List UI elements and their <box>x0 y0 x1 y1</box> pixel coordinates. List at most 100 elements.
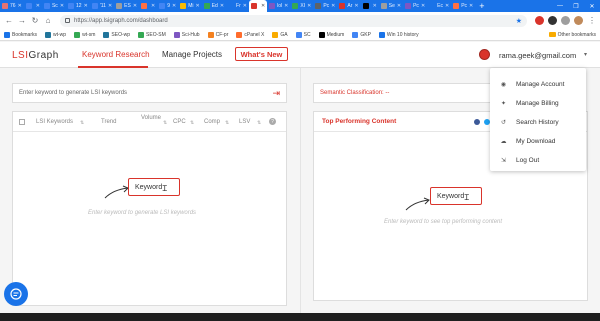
tab-close-icon[interactable]: ✕ <box>172 3 176 9</box>
browser-tab[interactable]: ES ✕ <box>114 0 139 12</box>
browser-tab[interactable]: Se ✕ <box>379 0 403 12</box>
tab-close-icon[interactable]: ✕ <box>469 3 473 9</box>
sort-icon[interactable]: ⇅ <box>225 120 229 126</box>
new-tab-button[interactable]: + <box>475 1 488 11</box>
tab-close-icon[interactable]: ✕ <box>195 3 199 9</box>
bookmark-item[interactable]: cPanel X <box>236 31 264 38</box>
sort-icon[interactable]: ⇅ <box>80 120 84 126</box>
back-button[interactable]: ← <box>4 16 14 26</box>
nav-keyword-research[interactable]: Keyword Research <box>82 50 150 59</box>
tab-close-icon[interactable]: ✕ <box>133 3 137 9</box>
browser-tab[interactable]: lol ✕ <box>267 0 290 12</box>
tab-close-icon[interactable]: ✕ <box>151 3 155 9</box>
browser-tab[interactable]: Sc ✕ <box>42 0 66 12</box>
bookmark-item[interactable]: SEO-wp <box>103 31 130 38</box>
bookmark-item[interactable]: Sci-Hub <box>173 31 200 38</box>
submit-arrow-icon[interactable]: ⇥ <box>272 88 280 99</box>
menu-item-manage-account[interactable]: ◉ Manage Account <box>490 74 586 94</box>
browser-tab[interactable]: 12 ✕ <box>66 0 90 12</box>
browser-tab[interactable]: ✕ <box>361 0 379 12</box>
bookmark-item[interactable]: Win 10 history <box>378 31 419 38</box>
tab-close-icon[interactable]: ✕ <box>18 3 22 9</box>
browser-tab[interactable]: Pc ✕ <box>451 0 475 12</box>
tab-close-icon[interactable]: ✕ <box>108 3 112 9</box>
browser-tab[interactable]: Mi ✕ <box>178 0 201 12</box>
browser-tab[interactable]: '11 ✕ <box>90 0 114 12</box>
facebook-icon[interactable] <box>474 119 480 125</box>
tab-close-icon[interactable]: ✕ <box>421 3 425 9</box>
bookmark-item[interactable]: SEO-SM <box>138 31 166 38</box>
browser-tab[interactable]: Ar ✕ <box>337 0 360 12</box>
bookmark-star-icon[interactable]: ★ <box>516 17 522 25</box>
tab-close-icon[interactable]: ✕ <box>36 3 40 9</box>
browser-tab[interactable]: 9 ✕ <box>157 0 178 12</box>
browser-tab[interactable]: Ed ✕ <box>202 0 226 12</box>
browser-tab[interactable]: Pc ✕ <box>313 0 337 12</box>
tab-close-icon[interactable]: ✕ <box>220 3 224 9</box>
sort-icon[interactable]: ⇅ <box>257 120 261 126</box>
bookmark-item[interactable]: Bookmarks <box>4 31 37 38</box>
tab-close-icon[interactable]: ✕ <box>284 3 288 9</box>
sort-icon[interactable]: ⇅ <box>190 120 194 126</box>
chevron-down-icon[interactable]: ▾ <box>584 51 587 58</box>
browser-tab[interactable]: ✕ <box>139 0 157 12</box>
sort-icon[interactable]: ⇅ <box>163 120 167 126</box>
forward-button[interactable]: → <box>17 16 27 26</box>
chrome-menu-icon[interactable]: ⋮ <box>588 16 596 25</box>
extension-icon[interactable] <box>548 16 557 25</box>
browser-tab[interactable]: Pc ✕ <box>403 0 427 12</box>
column-volume[interactable]: Volume <box>141 115 161 121</box>
help-icon[interactable]: ? <box>269 118 276 125</box>
select-all-checkbox[interactable] <box>19 119 25 125</box>
tab-close-icon[interactable]: ✕ <box>445 3 449 9</box>
column-comp[interactable]: Comp <box>204 119 220 125</box>
nav-manage-projects[interactable]: Manage Projects <box>162 50 222 59</box>
reload-button[interactable]: ↻ <box>30 16 40 26</box>
other-bookmarks[interactable]: Other bookmarks <box>548 32 596 38</box>
bookmark-item[interactable]: GA <box>272 31 288 38</box>
menu-item-manage-billing[interactable]: ✦ Manage Billing <box>490 93 586 113</box>
address-bar[interactable]: https://app.lsigraph.com/dashboard ★ <box>60 14 527 27</box>
keyword-search-input[interactable]: Enter keyword to generate LSI keywords ⇥ <box>12 83 287 103</box>
chat-widget-button[interactable] <box>4 282 28 306</box>
tab-close-icon[interactable]: ✕ <box>243 3 247 9</box>
bookmark-item[interactable]: wt-sm <box>74 31 95 38</box>
column-trend[interactable]: Trend <box>101 119 116 125</box>
user-email[interactable]: rama.geek@gmail.com <box>499 51 576 60</box>
bookmark-item[interactable]: GKP <box>352 31 371 38</box>
extensions-puzzle-icon[interactable] <box>561 16 570 25</box>
column-lsv[interactable]: LSV <box>239 119 250 125</box>
tab-close-icon[interactable]: ✕ <box>307 3 311 9</box>
bookmark-item[interactable]: SC <box>295 31 311 38</box>
profile-avatar[interactable] <box>574 16 583 25</box>
browser-tab[interactable]: ✕ <box>24 0 42 12</box>
maximize-button[interactable]: ❐ <box>568 0 584 12</box>
browser-tab[interactable]: 76 ✕ <box>0 0 24 12</box>
tab-close-icon[interactable]: ✕ <box>60 3 64 9</box>
tab-close-icon[interactable]: ✕ <box>354 3 358 9</box>
column-lsi-keywords[interactable]: LSI Keywords <box>36 119 73 125</box>
browser-tab[interactable]: XI ✕ <box>290 0 313 12</box>
browser-tab[interactable]: Ec ✕ <box>427 0 451 12</box>
bookmark-item[interactable]: wt-wp <box>45 31 66 38</box>
menu-item-my-download[interactable]: ☁ My Download <box>490 131 586 151</box>
menu-item-log-out[interactable]: ⇲ Log Out <box>490 150 586 170</box>
bookmark-item[interactable]: Medium <box>318 31 344 38</box>
extension-icon[interactable] <box>535 16 544 25</box>
user-avatar[interactable] <box>479 49 490 60</box>
tab-close-icon[interactable]: ✕ <box>373 3 377 9</box>
tab-close-icon[interactable]: ✕ <box>84 3 88 9</box>
column-cpc[interactable]: CPC <box>173 119 186 125</box>
tab-close-icon[interactable]: ✕ <box>397 3 401 9</box>
tab-close-icon[interactable]: ✕ <box>261 3 265 9</box>
browser-tab[interactable]: ✕ <box>248 0 268 12</box>
minimize-button[interactable]: — <box>552 0 568 12</box>
tab-close-icon[interactable]: ✕ <box>331 3 335 9</box>
whats-new-button[interactable]: What's New <box>235 47 288 61</box>
home-button[interactable]: ⌂ <box>43 16 53 26</box>
menu-item-search-history[interactable]: ↺ Search History <box>490 112 586 132</box>
lsigraph-logo[interactable]: LSIGraph <box>12 50 59 61</box>
browser-tab[interactable]: Fr ✕ <box>226 0 249 12</box>
bookmark-item[interactable]: CF-pr <box>207 31 228 38</box>
close-window-button[interactable]: ✕ <box>584 0 600 12</box>
